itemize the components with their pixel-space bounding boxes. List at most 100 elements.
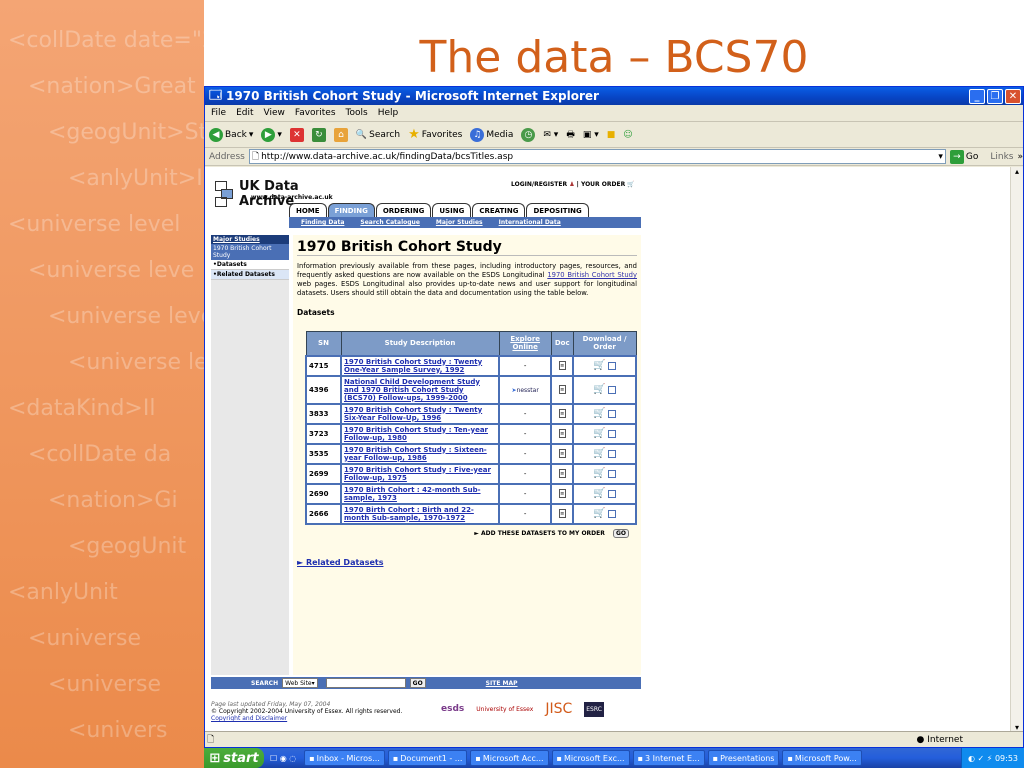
cart-icon[interactable]: 🛒 bbox=[593, 448, 605, 459]
esds-logo[interactable]: esds bbox=[441, 704, 464, 714]
related-datasets-link[interactable]: ► Related Datasets bbox=[297, 558, 637, 567]
jisc-logo[interactable]: JISC bbox=[545, 701, 572, 717]
messenger-button[interactable]: ☺ bbox=[623, 130, 632, 140]
search-field[interactable] bbox=[325, 678, 406, 688]
study-link[interactable]: 1970 British Cohort Study : Ten-year Fol… bbox=[344, 426, 488, 442]
order-checkbox[interactable] bbox=[607, 450, 616, 458]
folder-button[interactable]: ■ bbox=[607, 130, 616, 140]
study-link[interactable]: National Child Development Study and 197… bbox=[344, 378, 480, 402]
explore-online-link[interactable]: Explore Online bbox=[510, 335, 540, 351]
subnav-international-data[interactable]: International Data bbox=[491, 219, 569, 226]
history-button[interactable]: ◷ bbox=[521, 127, 536, 142]
tab-finding[interactable]: FINDING bbox=[327, 203, 375, 217]
subnav-search-catalogue[interactable]: Search Catalogue bbox=[352, 219, 428, 226]
links-label[interactable]: Links bbox=[990, 152, 1013, 162]
site-map-link[interactable]: SITE MAP bbox=[486, 680, 518, 687]
document-icon[interactable]: ≡ bbox=[558, 361, 566, 370]
taskbar-item[interactable]: ▪ 3 Internet E... bbox=[632, 750, 705, 766]
menu-tools[interactable]: Tools bbox=[346, 108, 368, 118]
links-chevron-icon[interactable]: » bbox=[1017, 152, 1023, 162]
tab-home[interactable]: HOME bbox=[289, 203, 327, 217]
tray-icons[interactable]: ◐ ✓ ⚡ bbox=[968, 754, 992, 763]
bcs70-esds-link[interactable]: 1970 British Cohort Study bbox=[547, 271, 637, 279]
order-checkbox[interactable] bbox=[607, 470, 616, 478]
tab-creating[interactable]: CREATING bbox=[472, 203, 526, 217]
study-link[interactable]: 1970 British Cohort Study : Twenty One-Y… bbox=[344, 358, 482, 374]
cart-icon[interactable]: 🛒 bbox=[593, 360, 605, 371]
order-checkbox[interactable] bbox=[607, 362, 616, 370]
taskbar-item[interactable]: ▪ Microsoft Acc... bbox=[470, 750, 549, 766]
search-go-button[interactable]: GO bbox=[409, 678, 426, 688]
document-icon[interactable]: ≡ bbox=[558, 429, 566, 438]
menu-help[interactable]: Help bbox=[378, 108, 399, 118]
mail-button[interactable]: ✉ ▾ bbox=[543, 130, 558, 140]
leftnav-major-studies[interactable]: Major Studies bbox=[211, 235, 289, 244]
your-order-link[interactable]: YOUR ORDER bbox=[581, 181, 625, 188]
nesstar-link[interactable]: ➤nesstar bbox=[512, 387, 539, 394]
login-link[interactable]: LOGIN/REGISTER bbox=[511, 181, 567, 188]
study-link[interactable]: 1970 Birth Cohort : 42-month Sub-sample,… bbox=[344, 486, 481, 502]
menu-edit[interactable]: Edit bbox=[236, 108, 253, 118]
address-dropdown-icon[interactable]: ▾ bbox=[938, 152, 945, 162]
leftnav-related-datasets[interactable]: •Related Datasets bbox=[211, 270, 289, 280]
essex-logo[interactable]: University of Essex bbox=[476, 706, 533, 713]
search-scope-select[interactable]: Web Site ▾ bbox=[282, 678, 318, 688]
forward-button[interactable]: ▶ ▾ bbox=[261, 127, 282, 142]
taskbar-item[interactable]: ▪ Microsoft Pow... bbox=[782, 750, 862, 766]
close-button[interactable]: ✕ bbox=[1005, 88, 1021, 104]
document-icon[interactable]: ≡ bbox=[558, 385, 566, 394]
order-checkbox[interactable] bbox=[607, 490, 616, 498]
add-to-order-go-button[interactable]: GO bbox=[612, 528, 629, 538]
tab-ordering[interactable]: ORDERING bbox=[375, 203, 432, 217]
back-button[interactable]: ◀ Back ▾ bbox=[209, 127, 253, 142]
order-checkbox[interactable] bbox=[607, 510, 616, 518]
document-icon[interactable]: ≡ bbox=[558, 489, 566, 498]
cart-icon[interactable]: 🛒 bbox=[593, 508, 605, 519]
search-button[interactable]: 🔍 Search bbox=[356, 130, 400, 140]
menu-file[interactable]: File bbox=[211, 108, 226, 118]
order-checkbox[interactable] bbox=[607, 386, 616, 394]
menu-favorites[interactable]: Favorites bbox=[295, 108, 336, 118]
study-link[interactable]: 1970 British Cohort Study : Sixteen-year… bbox=[344, 446, 487, 462]
subnav-major-studies[interactable]: Major Studies bbox=[428, 219, 491, 226]
scroll-up-icon[interactable]: ▴ bbox=[1011, 167, 1023, 176]
address-input[interactable]: 🗋 http://www.data-archive.ac.uk/findingD… bbox=[248, 149, 946, 164]
cart-icon[interactable]: 🛒 bbox=[593, 408, 605, 419]
stop-button[interactable]: ✕ bbox=[289, 127, 304, 142]
order-checkbox[interactable] bbox=[607, 430, 616, 438]
document-icon[interactable]: ≡ bbox=[558, 409, 566, 418]
tab-using[interactable]: USING bbox=[432, 203, 472, 217]
vertical-scrollbar[interactable]: ▴ ▾ bbox=[1010, 167, 1023, 732]
taskbar-item[interactable]: ▪ Presentations bbox=[707, 750, 780, 766]
cart-icon[interactable]: 🛒 bbox=[593, 468, 605, 479]
taskbar-item[interactable]: ▪ Inbox - Micros... bbox=[304, 750, 385, 766]
subnav-finding-data[interactable]: Finding Data bbox=[293, 219, 352, 226]
tab-depositing[interactable]: DEPOSITING bbox=[526, 203, 589, 217]
refresh-button[interactable]: ↻ bbox=[311, 127, 326, 142]
document-icon[interactable]: ≡ bbox=[558, 469, 566, 478]
document-icon[interactable]: ≡ bbox=[558, 509, 566, 518]
cart-icon[interactable]: 🛒 bbox=[593, 384, 605, 395]
order-checkbox[interactable] bbox=[607, 410, 616, 418]
quick-launch[interactable]: ☐ ◉ ◌ bbox=[270, 754, 296, 763]
edit-button[interactable]: ▣ ▾ bbox=[583, 130, 599, 140]
home-button[interactable]: ⌂ bbox=[333, 127, 348, 142]
taskbar-item[interactable]: ▪ Microsoft Exc... bbox=[551, 750, 630, 766]
go-button[interactable]: → Go bbox=[949, 149, 978, 164]
leftnav-bcs70[interactable]: 1970 British Cohort Study bbox=[211, 244, 289, 260]
study-link[interactable]: 1970 Birth Cohort : Birth and 22-month S… bbox=[344, 506, 474, 522]
study-link[interactable]: 1970 British Cohort Study : Twenty Six-Y… bbox=[344, 406, 482, 422]
print-button[interactable]: 🖶 bbox=[566, 127, 575, 143]
cart-icon[interactable]: 🛒 bbox=[593, 488, 605, 499]
taskbar-item[interactable]: ▪ Document1 - ... bbox=[387, 750, 468, 766]
leftnav-datasets[interactable]: •Datasets bbox=[211, 260, 289, 270]
document-icon[interactable]: ≡ bbox=[558, 449, 566, 458]
menu-view[interactable]: View bbox=[264, 108, 285, 118]
study-link[interactable]: 1970 British Cohort Study : Five-year Fo… bbox=[344, 466, 491, 482]
favorites-button[interactable]: ★ Favorites bbox=[408, 127, 462, 142]
media-button[interactable]: ♫ Media bbox=[470, 127, 513, 142]
maximize-button[interactable]: ❐ bbox=[987, 88, 1003, 104]
cart-icon[interactable]: 🛒 bbox=[593, 428, 605, 439]
minimize-button[interactable]: _ bbox=[969, 88, 985, 104]
esrc-logo[interactable]: ESRC bbox=[584, 701, 604, 717]
